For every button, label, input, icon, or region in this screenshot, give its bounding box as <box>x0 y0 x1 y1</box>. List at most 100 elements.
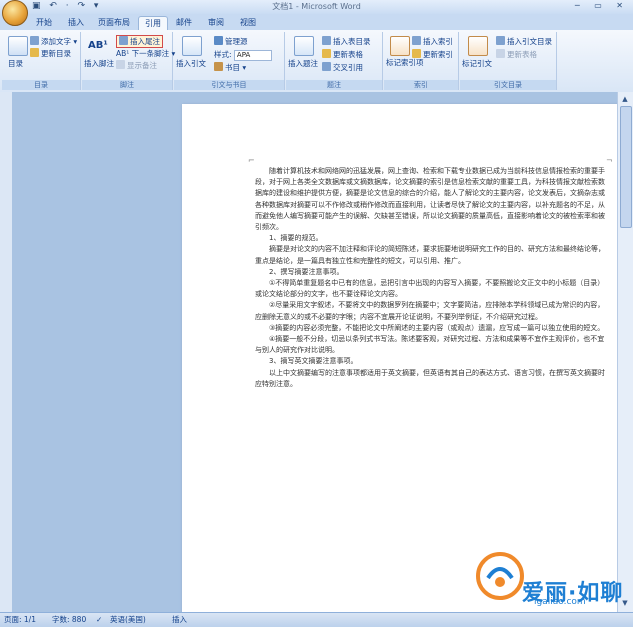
tab-review[interactable]: 审阅 <box>202 16 230 30</box>
group-label-captions: 题注 <box>286 80 382 90</box>
status-page[interactable]: 页面: 1/1 <box>4 613 36 627</box>
add-text-label: 添加文字 ▾ <box>41 37 78 46</box>
update-index-icon <box>412 49 421 58</box>
insert-citation-button[interactable]: 插入引文 <box>176 58 206 69</box>
insert-toa-label: 插入引文目录 <box>507 37 552 46</box>
style-label: 样式: <box>214 50 232 59</box>
cross-reference-button[interactable]: 交叉引用 <box>322 62 363 73</box>
tab-mailings[interactable]: 邮件 <box>170 16 198 30</box>
insert-index-button[interactable]: 插入索引 <box>412 36 453 47</box>
status-word-count[interactable]: 字数: 880 <box>52 613 86 627</box>
group-captions: 插入题注 插入表目录 更新表格 交叉引用 题注 <box>286 32 383 90</box>
status-insert-mode[interactable]: 插入 <box>172 613 187 627</box>
group-label-footnotes: 脚注 <box>82 80 172 90</box>
insert-endnote-label: 插入尾注 <box>130 37 160 46</box>
paragraph-note-2: ②尽量采用文字叙述，不要将文中的数据罗列在摘要中；文字要简洁，应排除本学科领域已… <box>255 301 605 321</box>
table-of-figures-icon <box>322 36 331 45</box>
group-label-toc: 目录 <box>2 80 80 90</box>
insert-toa-button[interactable]: 插入引文目录 <box>496 36 552 47</box>
watermark-url: igaliao.com <box>534 597 586 607</box>
insert-caption-button[interactable]: 插入题注 <box>288 58 318 69</box>
tab-page-layout[interactable]: 页面布局 <box>94 16 134 30</box>
group-footnotes: AB¹ 插入脚注 插入尾注 AB¹ 下一条脚注 ▾ 显示备注 脚注 <box>82 32 175 90</box>
style-selector[interactable]: 样式: APA <box>214 49 272 61</box>
bibliography-label: 书目 ▾ <box>225 63 247 72</box>
update-index-button[interactable]: 更新索引 <box>412 49 453 60</box>
document-body[interactable]: 随着计算机技术和网络网的迅猛发展，网上查询、检索和下载专业数据已成为当前科技信息… <box>255 166 609 390</box>
paragraph-note-3: ③摘要的内容必须完整，不能把论文中所阐述的主要内容（或观点）遗漏，应写成一篇可以… <box>269 323 605 332</box>
bibliography-button[interactable]: 书目 ▾ <box>214 62 246 73</box>
next-footnote-button[interactable]: AB¹ 下一条脚注 ▾ <box>116 48 175 59</box>
cross-reference-label: 交叉引用 <box>333 63 363 72</box>
vertical-scrollbar[interactable]: ▲ ▼ <box>617 92 633 612</box>
update-toc-button[interactable]: 更新目录 <box>30 48 71 59</box>
window-controls[interactable]: ─ ▭ ✕ <box>575 1 629 10</box>
table-of-figures-label: 插入表目录 <box>333 37 371 46</box>
manage-sources-icon <box>214 36 223 45</box>
style-dropdown[interactable]: APA <box>233 50 272 61</box>
update-table-label: 更新表格 <box>333 50 363 59</box>
paragraph-spec: 摘要是对论文的内容不加注释和评论的简短陈述，要求扼要地说明研究工作的目的、研究方… <box>255 245 605 265</box>
mark-citation-icon <box>468 36 488 56</box>
group-label-toa: 引文目录 <box>460 80 556 90</box>
endnote-icon <box>119 36 128 45</box>
title-bar: ▣ ↶ · ↷ ▾ 文档1 - Microsoft Word ─ ▭ ✕ <box>0 0 633 15</box>
insert-caption-icon <box>294 36 314 56</box>
paragraph-heading-3: 3、摘写英文摘要注意事项。 <box>269 357 358 366</box>
toc-icon <box>8 36 28 56</box>
paragraph-note-1: ①不得简单重复题名中已有的信息，忌把引言中出现的内容写入摘要，不要照搬论文正文中… <box>255 279 605 299</box>
tab-insert[interactable]: 插入 <box>62 16 90 30</box>
tab-references[interactable]: 引用 <box>138 16 168 31</box>
update-icon <box>30 48 39 57</box>
scroll-up-icon[interactable]: ▲ <box>620 94 630 104</box>
paragraph-english: 以上中文摘要编写的注意事项都适用于英文摘要，但英语有其自己的表达方式、语言习惯，… <box>255 368 605 388</box>
insert-table-of-figures-button[interactable]: 插入表目录 <box>322 36 371 47</box>
footnote-icon: AB¹ <box>88 40 108 51</box>
show-notes-label: 显示备注 <box>127 61 157 70</box>
insert-endnote-button[interactable]: 插入尾注 <box>116 35 163 48</box>
insert-index-icon <box>412 36 421 45</box>
insert-toa-icon <box>496 36 505 45</box>
add-text-icon <box>30 36 39 45</box>
update-toa-button[interactable]: 更新表格 <box>496 49 537 60</box>
ribbon-tabs: 开始 插入 页面布局 引用 邮件 审阅 视图 <box>0 14 633 31</box>
corner-mark-top-right: ¬ <box>606 156 613 165</box>
show-notes-icon <box>116 60 125 69</box>
manage-sources-label: 管理源 <box>225 37 248 46</box>
update-table-button[interactable]: 更新表格 <box>322 49 363 60</box>
manage-sources-button[interactable]: 管理源 <box>214 36 248 47</box>
update-toa-icon <box>496 49 505 58</box>
status-language[interactable]: 英语(美国) <box>110 613 146 627</box>
group-label-citations: 引文与书目 <box>174 80 284 90</box>
show-notes-button[interactable]: 显示备注 <box>116 60 157 71</box>
status-bar: 页面: 1/1 字数: 880 ✓ 英语(美国) 插入 <box>0 612 633 627</box>
group-label-index: 索引 <box>384 80 458 90</box>
update-toa-label: 更新表格 <box>507 50 537 59</box>
spellcheck-icon[interactable]: ✓ <box>96 613 102 627</box>
paragraph-note-4: ④摘要一般不分段，切忌以条列式书写法。陈述要客观，对研究过程、方法和成果等不宜作… <box>255 335 605 355</box>
paragraph-heading-1: 1、摘要的规范。 <box>269 234 323 243</box>
mark-citation-button[interactable]: 标记引文 <box>462 58 492 69</box>
document-workspace: ⌐ ¬ 随着计算机技术和网络网的迅猛发展，网上查询、检索和下载专业数据已成为当前… <box>12 92 618 612</box>
cross-reference-icon <box>322 62 331 71</box>
scrollbar-thumb[interactable] <box>620 106 632 228</box>
group-citations: 插入引文 管理源 样式: APA 书目 ▾ 引文与书目 <box>174 32 285 90</box>
paragraph-heading-2: 2、撰写摘要注意事项。 <box>269 267 344 276</box>
mark-entry-icon <box>390 36 410 56</box>
tab-view[interactable]: 视图 <box>234 16 262 30</box>
paragraph-intro: 随着计算机技术和网络网的迅猛发展，网上查询、检索和下载专业数据已成为当前科技信息… <box>255 167 605 232</box>
update-table-icon <box>322 49 331 58</box>
office-button[interactable] <box>2 0 28 26</box>
insert-footnote-big-button[interactable]: 插入脚注 <box>84 58 114 69</box>
group-index: 标记索引项 插入索引 更新索引 索引 <box>384 32 459 90</box>
bibliography-icon <box>214 62 223 71</box>
window-title: 文档1 - Microsoft Word <box>272 2 361 11</box>
update-toc-label: 更新目录 <box>41 49 71 58</box>
group-toc: 目录 添加文字 ▾ 更新目录 目录 <box>2 32 81 90</box>
add-text-button[interactable]: 添加文字 ▾ <box>30 36 77 47</box>
ribbon: 目录 添加文字 ▾ 更新目录 目录 AB¹ 插入脚注 插入尾注 AB¹ 下一条脚… <box>0 30 633 93</box>
group-toa: 标记引文 插入引文目录 更新表格 引文目录 <box>460 32 557 90</box>
tab-home[interactable]: 开始 <box>30 16 58 30</box>
document-page[interactable]: ⌐ ¬ 随着计算机技术和网络网的迅猛发展，网上查询、检索和下载专业数据已成为当前… <box>182 104 618 612</box>
toc-button[interactable]: 目录 <box>8 58 23 69</box>
